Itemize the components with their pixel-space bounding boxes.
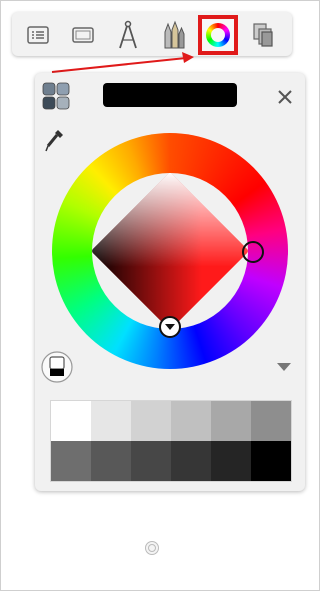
canvas-icon <box>72 27 94 43</box>
color-swatch[interactable] <box>211 441 251 481</box>
color-swatch[interactable] <box>251 401 291 441</box>
layers-list-icon <box>27 26 49 44</box>
color-history-button[interactable] <box>41 351 73 383</box>
layers-list-button[interactable] <box>21 18 55 52</box>
ruler-compass-icon <box>119 20 137 49</box>
copy-icon <box>253 23 273 47</box>
color-swatch[interactable] <box>251 441 291 481</box>
saturation-value-handle[interactable] <box>159 316 181 338</box>
color-swatches-grid <box>50 400 292 482</box>
home-icon <box>148 544 156 552</box>
color-swatch[interactable] <box>171 401 211 441</box>
color-swatch[interactable] <box>171 441 211 481</box>
color-mode-grid-icon <box>42 82 70 110</box>
paint-bucket-icon <box>41 351 73 383</box>
home-button[interactable] <box>145 541 159 555</box>
ruler-compass-button[interactable] <box>111 18 145 52</box>
close-icon <box>278 90 292 104</box>
color-swatch[interactable] <box>131 401 171 441</box>
color-swatch[interactable] <box>51 401 91 441</box>
color-editor-panel <box>35 73 305 491</box>
color-wheel-icon <box>206 23 230 47</box>
color-mode-button[interactable] <box>41 81 71 111</box>
brushes-button[interactable] <box>156 18 190 52</box>
canvas-button[interactable] <box>66 18 100 52</box>
color-swatch[interactable] <box>51 441 91 481</box>
color-swatch[interactable] <box>91 441 131 481</box>
chevron-down-icon <box>165 324 175 330</box>
copy-button[interactable] <box>246 18 280 52</box>
color-editor-button[interactable] <box>198 15 238 55</box>
color-swatch[interactable] <box>91 401 131 441</box>
color-swatch[interactable] <box>211 401 251 441</box>
triangle-down-icon <box>277 363 291 371</box>
color-swatch[interactable] <box>131 441 171 481</box>
current-color-preview <box>103 83 237 107</box>
expand-swatches-button[interactable] <box>273 359 295 375</box>
hue-handle[interactable] <box>242 241 264 263</box>
close-button[interactable] <box>273 85 297 109</box>
top-toolbar <box>12 12 292 56</box>
brushes-icon <box>164 20 185 49</box>
